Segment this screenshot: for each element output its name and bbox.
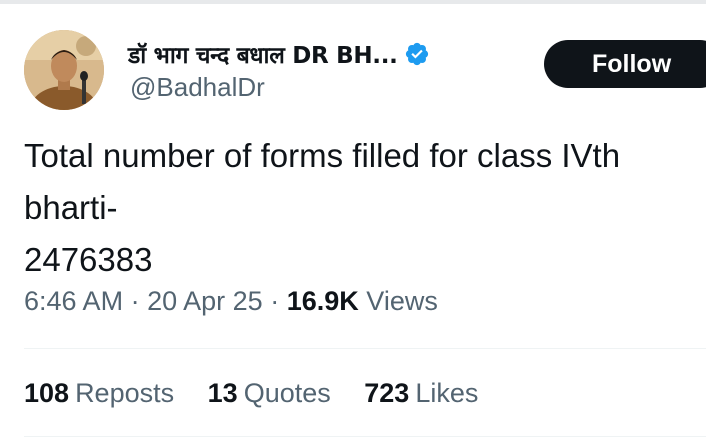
- meta-separator: ·: [130, 286, 140, 316]
- author-handle[interactable]: @BadhalDr: [130, 72, 265, 103]
- avatar-photo: [24, 30, 104, 110]
- follow-button[interactable]: Follow: [544, 40, 706, 88]
- reposts-count: 108: [24, 378, 70, 408]
- tweet-time[interactable]: 6:46 AM: [24, 286, 123, 316]
- likes-stat[interactable]: 723 Likes: [364, 378, 478, 409]
- author-display-name[interactable]: डॉ भाग चन्द बधाल DR BH...: [128, 38, 398, 70]
- reposts-label: Reposts: [75, 378, 175, 408]
- views-label: Views: [366, 286, 438, 316]
- engagement-stats: 108 Reposts 13 Quotes 723 Likes: [24, 378, 504, 409]
- tweet-text: Total number of forms filled for class I…: [24, 130, 706, 286]
- views-count: 16.9K: [286, 286, 359, 316]
- avatar[interactable]: [24, 30, 104, 110]
- tweet-line: bharti-: [24, 189, 118, 226]
- top-divider: [0, 0, 706, 4]
- likes-label: Likes: [415, 378, 479, 408]
- quotes-stat[interactable]: 13 Quotes: [208, 378, 331, 409]
- reposts-stat[interactable]: 108 Reposts: [24, 378, 174, 409]
- divider: [24, 436, 706, 437]
- quotes-label: Quotes: [243, 378, 331, 408]
- likes-count: 723: [364, 378, 410, 408]
- tweet-date[interactable]: 20 Apr 25: [147, 286, 263, 316]
- quotes-count: 13: [207, 378, 238, 408]
- tweet-line: 2476383: [24, 241, 153, 278]
- meta-separator: ·: [270, 286, 280, 316]
- tweet-meta: 6:46 AM · 20 Apr 25 · 16.9K Views: [24, 286, 438, 317]
- divider: [24, 348, 706, 349]
- verified-badge-icon: [404, 41, 430, 67]
- author-name-row: डॉ भाग चन्द बधाल DR BH...: [128, 36, 430, 72]
- tweet-line: Total number of forms filled for class I…: [24, 137, 621, 174]
